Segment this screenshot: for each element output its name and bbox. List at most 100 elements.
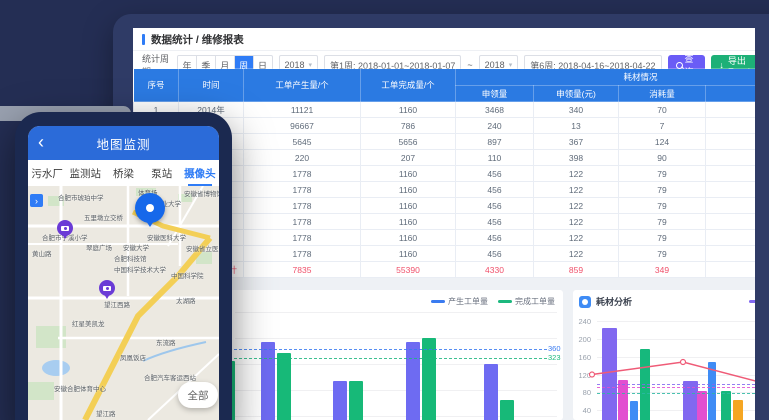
camera-pin[interactable]: [57, 220, 73, 236]
phone-tab-泵站[interactable]: 泵站: [143, 160, 181, 186]
legend-dash-icon: [498, 300, 512, 303]
back-icon[interactable]: ‹: [38, 131, 44, 153]
table-cell: 456: [456, 246, 534, 262]
phone-tab-监测站[interactable]: 监测站: [66, 160, 104, 186]
bar-完成工单量: [422, 338, 436, 420]
table-cell: 1160: [361, 198, 456, 214]
sub-col-header: 消耗量: [619, 86, 706, 102]
table-cell: 96667: [244, 118, 361, 134]
table-cell: 456: [456, 230, 534, 246]
map-label: 中国科学院: [171, 270, 204, 280]
chart-title-row: 耗材分析: [579, 295, 632, 308]
average-line: [597, 384, 755, 385]
chart-icon: [579, 296, 591, 308]
table-cell: 67: [706, 214, 756, 230]
map-label: 红星美凯龙: [72, 318, 105, 328]
map-label: 凤凰饭店: [120, 352, 146, 362]
map-label: 安徽医科大学: [147, 232, 186, 242]
bar-系列2: [697, 391, 707, 420]
group-header: 耗材情况: [456, 69, 756, 86]
table-row: 12014年1112111603468340702500: [134, 102, 756, 118]
table-cell: 129: [706, 134, 756, 150]
bar-完成工单量: [500, 400, 514, 420]
map-label: 安徽大学: [123, 242, 149, 252]
bar-产生工单量: [333, 381, 347, 420]
y-axis-tick: 160: [573, 353, 591, 362]
table-cell: 79: [619, 198, 706, 214]
average-line: [597, 393, 755, 394]
breadcrumb-accent: [142, 34, 145, 45]
table-cell: 67: [706, 182, 756, 198]
table-cell: 398: [534, 150, 619, 166]
table-cell: 67: [706, 230, 756, 246]
table-cell: 79: [619, 182, 706, 198]
bar-系列5: [733, 400, 743, 420]
table-cell: 5656: [361, 134, 456, 150]
table-cell: 122: [534, 214, 619, 230]
map-label: 五里墩立交桥: [84, 212, 123, 222]
table-cell: 1160: [361, 102, 456, 118]
table-cell: 122: [534, 182, 619, 198]
table-cell: 786: [361, 118, 456, 134]
table-cell: 67: [706, 166, 756, 182]
page: 数据统计 / 维修报表 统计周期: 年季月周日 2018 ▾ 第1周: 2018…: [0, 0, 769, 420]
table-cell: 349: [619, 262, 706, 278]
phone-tab-桥梁[interactable]: 桥梁: [104, 160, 142, 186]
camera-pin[interactable]: [99, 280, 115, 296]
table-cell: 122: [534, 246, 619, 262]
table-cell: 70: [619, 102, 706, 118]
sub-col-header: 申领量(元): [534, 86, 619, 102]
table-cell: 122: [534, 166, 619, 182]
bar-产生工单量: [261, 342, 275, 420]
y-axis-tick: 80: [573, 388, 591, 397]
breadcrumb: 数据统计 / 维修报表: [151, 32, 244, 47]
legend-item: 产生工单量: [431, 296, 488, 307]
map-label: 合肥汽车客运西站: [144, 372, 196, 382]
col-header: 序号: [134, 69, 179, 102]
chart-title: 耗材分析: [596, 295, 632, 308]
table-cell: 13: [534, 118, 619, 134]
table-cell: 456: [456, 182, 534, 198]
table-cell: 330: [706, 262, 756, 278]
phone-tab-摄像头[interactable]: 摄像头: [181, 160, 219, 186]
legend-item: 完成工单量: [498, 296, 555, 307]
bar-完成工单量: [277, 353, 291, 420]
show-all-button[interactable]: 全部: [178, 382, 218, 408]
bar-系列3: [708, 362, 716, 420]
table-cell: 67: [706, 246, 756, 262]
map-label: 望江路: [96, 408, 116, 418]
col-header: 工单产生量/个: [244, 69, 361, 102]
map-label: 中国科学技术大学: [114, 264, 166, 274]
map-label: 安徽合肥体育中心: [54, 383, 106, 393]
phone-header: ‹ 地图监测: [28, 126, 219, 160]
bar-产生工单量: [484, 364, 498, 420]
phone-tab-污水厂[interactable]: 污水厂: [28, 160, 66, 186]
y-axis-tick: 240: [573, 317, 591, 326]
table-cell: 122: [534, 230, 619, 246]
table-cell: 1778: [244, 182, 361, 198]
table-cell: 2500: [706, 102, 756, 118]
breadcrumb-bar: 数据统计 / 维修报表: [133, 28, 755, 51]
table-cell: 1778: [244, 230, 361, 246]
table-cell: 7: [619, 118, 706, 134]
table-cell: 207: [361, 150, 456, 166]
selected-camera-pin[interactable]: [135, 193, 165, 223]
map-view[interactable]: 合肥市琥珀中学体育场安徽农业大学安徽省博物馆五里墩立交桥合肥市宁溪小学翠庭广场安…: [28, 186, 219, 420]
phone-page-title: 地图监测: [96, 134, 150, 153]
map-label: 太湖路: [176, 295, 196, 305]
table-cell: 79: [619, 166, 706, 182]
col-header: 工单完成量/个: [361, 69, 456, 102]
table-cell: 1160: [361, 214, 456, 230]
table-cell: 456: [456, 166, 534, 182]
table-cell: 79: [619, 214, 706, 230]
table-cell: 1160: [361, 166, 456, 182]
map-label: 黄山路: [32, 248, 52, 258]
bar-产生工单量: [406, 342, 420, 420]
bar-完成工单量: [349, 381, 363, 420]
table-cell: 1160: [361, 246, 456, 262]
map-expander-button[interactable]: ›: [30, 194, 43, 207]
table-cell: 3468: [456, 102, 534, 118]
table-cell: 367: [534, 134, 619, 150]
table-cell: 1778: [244, 198, 361, 214]
table-cell: 456: [456, 198, 534, 214]
